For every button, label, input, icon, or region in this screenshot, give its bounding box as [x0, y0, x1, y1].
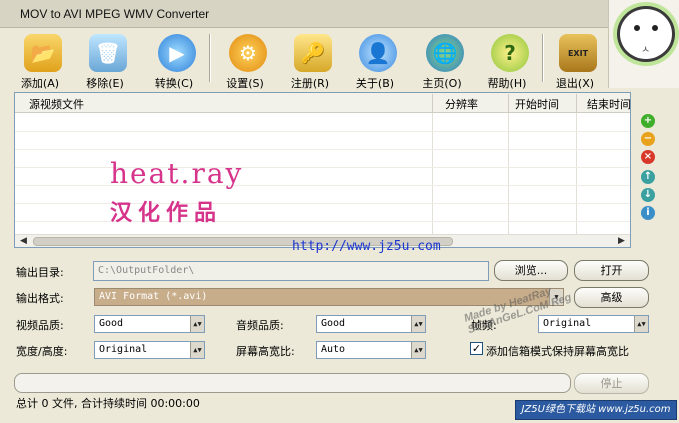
- toolbar-separator: [542, 34, 544, 82]
- aspect-ratio-select[interactable]: Auto ▲▼: [316, 341, 426, 359]
- audio-quality-label: 音频品质:: [236, 319, 284, 332]
- column-source-file[interactable]: 源视频文件: [29, 96, 84, 112]
- scroll-right-icon[interactable]: ▶: [615, 235, 628, 248]
- sheep-face-icon: ㅅ: [617, 6, 675, 62]
- column-resolution[interactable]: 分辨率: [445, 96, 478, 112]
- toolbar: 📂 添加(A) 🗑 移除(E) ▶ 转换(C) ⚙ 设置(S) 🔑 注册(R) …: [0, 28, 608, 92]
- info-icon[interactable]: i: [641, 206, 655, 220]
- trash-bin-icon: 🗑: [89, 34, 127, 72]
- output-dir-label: 输出目录:: [16, 266, 64, 279]
- add-file-icon[interactable]: +: [641, 114, 655, 128]
- column-end-time[interactable]: 结束时间: [587, 96, 631, 112]
- scroll-left-icon[interactable]: ◀: [17, 235, 30, 248]
- column-divider[interactable]: [432, 94, 433, 112]
- clear-list-icon[interactable]: ×: [641, 150, 655, 164]
- question-mark-icon: ?: [491, 34, 529, 72]
- watermark-localization: 汉化作品: [110, 201, 223, 226]
- globe-icon: 🌐: [426, 34, 464, 72]
- status-text: 总计 0 文件, 合计持续时间 00:00:00: [16, 397, 200, 410]
- toolbar-separator: [209, 34, 211, 82]
- keys-icon: 🔑: [294, 34, 332, 72]
- grid-line: [15, 185, 630, 186]
- size-label: 宽度/高度:: [16, 345, 68, 358]
- register-button[interactable]: 🔑 注册(R): [280, 32, 340, 90]
- column-divider[interactable]: [576, 94, 577, 112]
- output-format-label: 输出格式:: [16, 292, 64, 305]
- eye-icon: [634, 25, 640, 31]
- home-button[interactable]: 🌐 主页(O): [412, 32, 472, 90]
- grid-line: [15, 167, 630, 168]
- remove-file-icon[interactable]: −: [641, 132, 655, 146]
- grid-line: [15, 221, 630, 222]
- exit-button[interactable]: EXIT 退出(X): [545, 32, 605, 90]
- file-list[interactable]: 源视频文件 分辨率 开始时间 结束时间 heat.ray 汉化作品 ◀ ▶: [14, 92, 631, 248]
- settings-button[interactable]: ⚙ 设置(S): [215, 32, 275, 90]
- user-info-icon: 👤: [359, 34, 397, 72]
- column-start-time[interactable]: 开始时间: [515, 96, 559, 112]
- spinner-arrows-icon[interactable]: ▲▼: [634, 316, 648, 332]
- website-watermark: http://www.jz5u.com: [292, 239, 441, 254]
- grid-line: [15, 203, 630, 204]
- gear-icon: ⚙: [229, 34, 267, 72]
- list-header: 源视频文件 分辨率 开始时间 结束时间: [15, 93, 631, 113]
- mouth-icon: ㅅ: [641, 45, 651, 56]
- audio-quality-select[interactable]: Good ▲▼: [316, 315, 426, 333]
- play-icon: ▶: [158, 34, 196, 72]
- convert-button[interactable]: ▶ 转换(C): [144, 32, 204, 90]
- video-quality-select[interactable]: Good ▲▼: [94, 315, 205, 333]
- spinner-arrows-icon[interactable]: ▲▼: [411, 342, 425, 358]
- grid-line: [15, 131, 630, 132]
- move-up-icon[interactable]: ↑: [641, 170, 655, 184]
- video-quality-label: 视频品质:: [16, 319, 64, 332]
- eye-icon: [652, 25, 658, 31]
- exit-door-icon: EXIT: [559, 34, 597, 72]
- aspect-ratio-label: 屏幕高宽比:: [236, 345, 295, 358]
- title-bar: MOV to AVI MPEG WMV Converter: [0, 0, 679, 28]
- move-down-icon[interactable]: ↓: [641, 188, 655, 202]
- spinner-arrows-icon[interactable]: ▲▼: [190, 316, 204, 332]
- column-divider[interactable]: [508, 94, 509, 112]
- stop-button[interactable]: 停止: [574, 373, 649, 394]
- remove-button[interactable]: 🗑 移除(E): [75, 32, 135, 90]
- stamp-watermark: Made by HeatRay SoftAnGeL.CoM Reg: [462, 285, 573, 337]
- add-button[interactable]: 📂 添加(A): [10, 32, 70, 90]
- about-button[interactable]: 👤 关于(B): [345, 32, 405, 90]
- spinner-arrows-icon[interactable]: ▲▼: [411, 316, 425, 332]
- spinner-arrows-icon[interactable]: ▲▼: [190, 342, 204, 358]
- progress-bar: [14, 373, 571, 393]
- size-select[interactable]: Original ▲▼: [94, 341, 205, 359]
- grid-line: [15, 149, 630, 150]
- footer-site-badge: JZ5U绿色下载站 www.jz5u.com: [515, 400, 677, 420]
- help-button[interactable]: ? 帮助(H): [477, 32, 537, 90]
- window-title: MOV to AVI MPEG WMV Converter: [20, 7, 210, 21]
- mascot-logo: ㅅ: [608, 0, 679, 88]
- folder-add-icon: 📂: [24, 34, 62, 72]
- output-dir-field[interactable]: C:\OutputFolder\: [93, 261, 489, 281]
- watermark-author: heat.ray: [110, 157, 244, 190]
- browse-button[interactable]: 浏览...: [494, 260, 568, 281]
